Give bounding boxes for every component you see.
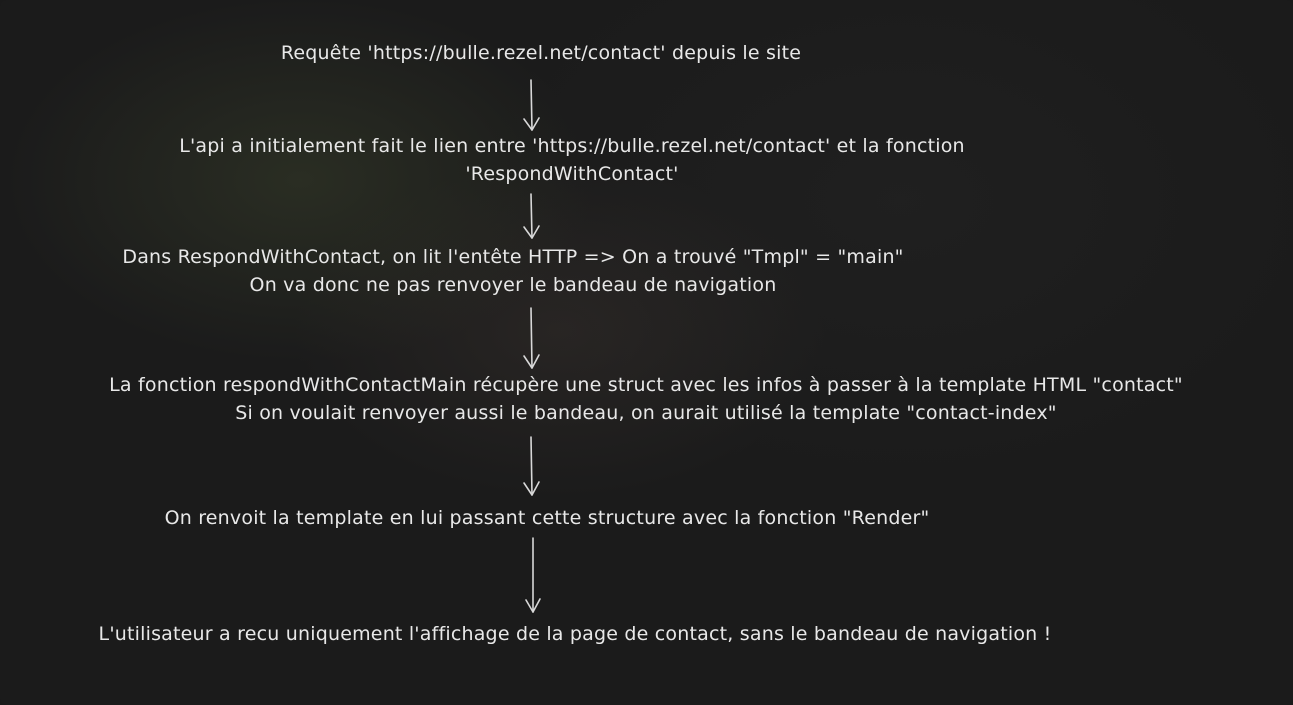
arrow-4 <box>523 436 540 496</box>
step-4-build-struct: La fonction respondWithContactMain récup… <box>109 371 1183 427</box>
step-6-result: L'utilisateur a recu uniquement l'affich… <box>99 620 1052 648</box>
step-3-line-1: Dans RespondWithContact, on lit l'entête… <box>122 246 904 268</box>
diagram-canvas: Requête 'https://bulle.rezel.net/contact… <box>0 0 1293 705</box>
step-3-line-2: On va donc ne pas renvoyer le bandeau de… <box>249 274 777 296</box>
step-4-line-1: La fonction respondWithContactMain récup… <box>109 374 1183 396</box>
arrow-2 <box>523 193 540 239</box>
step-2-line-1: L'api a initialement fait le lien entre … <box>179 135 965 157</box>
step-5-render: On renvoit la template en lui passant ce… <box>165 504 930 532</box>
step-1-line-1: Requête 'https://bulle.rezel.net/contact… <box>280 42 802 64</box>
flow-arrows <box>523 79 541 613</box>
step-2-api-binding: L'api a initialement fait le lien entre … <box>179 132 965 188</box>
arrow-3 <box>523 307 540 369</box>
step-1-request: Requête 'https://bulle.rezel.net/contact… <box>281 39 801 67</box>
step-3-read-header: Dans RespondWithContact, on lit l'entête… <box>122 243 903 299</box>
step-5-line-1: On renvoit la template en lui passant ce… <box>164 507 930 529</box>
step-4-line-2: Si on voulait renvoyer aussi le bandeau,… <box>235 402 1057 424</box>
step-2-line-2: 'RespondWithContact' <box>465 163 679 185</box>
step-6-line-1: L'utilisateur a recu uniquement l'affich… <box>98 623 1052 645</box>
arrow-5 <box>525 537 541 613</box>
arrow-1 <box>523 79 540 131</box>
